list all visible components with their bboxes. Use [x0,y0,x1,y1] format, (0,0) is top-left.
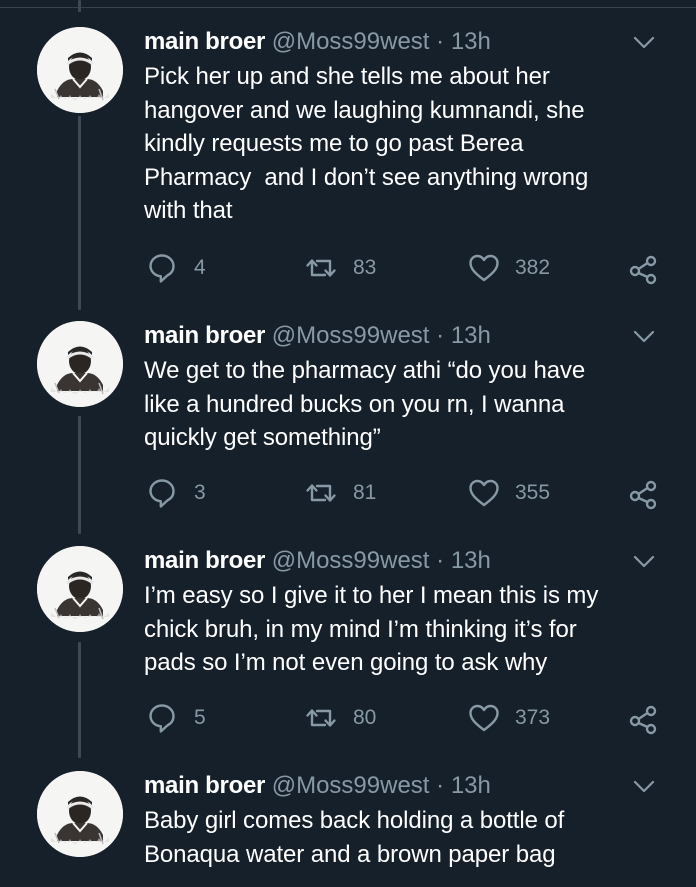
like-count: 373 [515,706,551,729]
tweet-text: Pick her up and she tells me about her h… [144,63,589,225]
like-icon [469,479,499,507]
retweet-icon [306,259,336,277]
avatar[interactable] [37,27,123,113]
author-handle[interactable]: @Moss99west [272,547,430,574]
tweet-header: main broer @Moss99west · 13h [144,27,491,57]
avatar[interactable] [37,546,123,632]
like-icon [469,254,499,282]
like-button[interactable]: 382 [467,251,550,285]
thread-line [78,642,81,758]
separator-dot: · [436,28,445,55]
chevron-down-icon[interactable] [632,549,656,573]
tweet-actions: 4 83 382 [0,251,696,285]
retweet-count: 83 [353,256,377,279]
share-icon [629,705,657,735]
tweet-actions: 3 81 355 [0,476,696,510]
share-icon [629,480,657,510]
timestamp[interactable]: 13h [451,28,491,55]
like-icon [469,704,499,732]
tweet-text: Baby girl comes back holding a bottle of… [144,807,565,868]
like-count: 382 [515,256,551,279]
timestamp[interactable]: 13h [451,772,491,799]
tweet-header: main broer @Moss99west · 13h [144,771,491,801]
thread-line [78,416,81,534]
retweet-icon [306,484,336,502]
author-name[interactable]: main broer [144,772,265,799]
author-handle[interactable]: @Moss99west [272,772,430,799]
avatar[interactable] [37,321,123,407]
reply-count: 3 [194,481,206,504]
thread-line [78,0,81,12]
author-name[interactable]: main broer [144,322,265,349]
tweet-actions: 5 80 373 [0,701,696,735]
author-name[interactable]: main broer [144,547,265,574]
separator-dot: · [436,322,445,349]
separator-dot: · [436,772,445,799]
like-button[interactable]: 355 [467,476,550,510]
share-icon [629,255,657,285]
tweet-text: I’m easy so I give it to her I mean this… [144,582,599,677]
reply-icon [149,479,175,508]
reply-button[interactable]: 5 [146,701,206,735]
retweet-count: 81 [353,481,377,504]
separator-dot: · [436,547,445,574]
top-divider [0,7,696,8]
retweet-icon [306,709,336,727]
author-name[interactable]: main broer [144,28,265,55]
reply-button[interactable]: 4 [146,251,206,285]
share-button[interactable] [626,701,660,735]
reply-button[interactable]: 3 [146,476,206,510]
tweet-header: main broer @Moss99west · 13h [144,321,491,351]
timestamp[interactable]: 13h [451,322,491,349]
timestamp[interactable]: 13h [451,547,491,574]
retweet-button[interactable]: 81 [303,476,376,510]
reply-count: 4 [194,256,206,279]
chevron-down-icon[interactable] [632,30,656,54]
chevron-down-icon[interactable] [632,324,656,348]
retweet-button[interactable]: 80 [303,701,376,735]
tweet-text: We get to the pharmacy athi “do you have… [144,357,586,452]
author-handle[interactable]: @Moss99west [272,28,430,55]
share-button[interactable] [626,251,660,285]
avatar[interactable] [37,771,123,857]
like-button[interactable]: 373 [467,701,550,735]
retweet-button[interactable]: 83 [303,251,376,285]
reply-count: 5 [194,706,206,729]
author-handle[interactable]: @Moss99west [272,322,430,349]
reply-icon [149,254,175,283]
like-count: 355 [515,481,551,504]
share-button[interactable] [626,476,660,510]
retweet-count: 80 [353,706,377,729]
tweet-header: main broer @Moss99west · 13h [144,546,491,576]
reply-icon [149,704,175,733]
chevron-down-icon[interactable] [632,774,656,798]
